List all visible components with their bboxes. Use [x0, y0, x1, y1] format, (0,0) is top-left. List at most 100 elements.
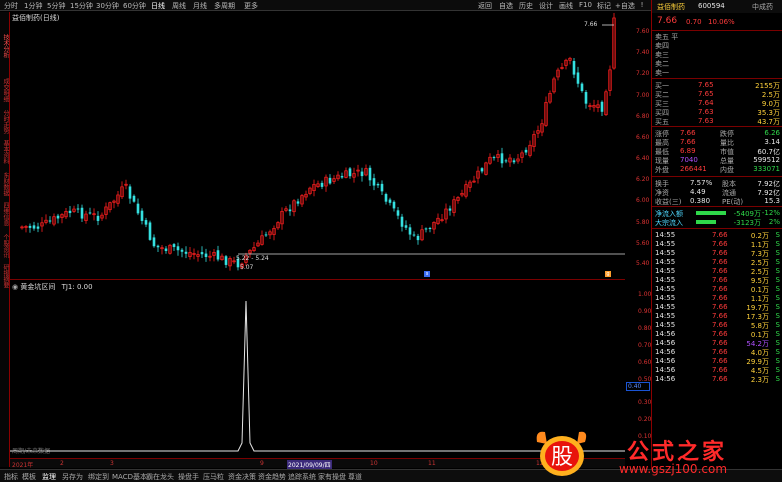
stat-label: 收益(三)	[655, 198, 682, 206]
cursor-date-label: 2021/09/09/四	[287, 460, 332, 469]
price-axis: 7.60 7.40 7.20 7.00 6.80 6.60 6.40 6.20 …	[626, 12, 650, 280]
tab-monthly[interactable]: 月线	[193, 1, 207, 11]
candle-down	[380, 183, 384, 192]
tab-trader[interactable]: 操盘手	[178, 472, 199, 482]
sidebar-item-four-dim[interactable]: 四维信息	[1, 202, 9, 226]
stat-row: 最低 6.89 市值 60.7亿	[652, 147, 782, 156]
bid-volume: 43.7万	[757, 118, 780, 126]
tick-time: 14:55	[655, 258, 676, 266]
tab-more[interactable]: 更多	[244, 1, 258, 11]
stat-value: 333071	[753, 165, 780, 173]
candle-down	[200, 252, 204, 255]
tab-daily[interactable]: 日线	[151, 1, 165, 11]
oscillator-title: ◉ 黄金坑区间 TJ1: 0.00	[12, 282, 93, 292]
tab-30min[interactable]: 30分钟	[96, 1, 119, 11]
alert-icon[interactable]: ǃ	[641, 1, 643, 9]
bid-price: 7.63	[698, 108, 714, 116]
candle-down	[296, 201, 300, 204]
candle-down	[372, 178, 376, 186]
sidebar-item-news[interactable]: 个股资讯	[1, 234, 9, 258]
stat-value: 4.49	[690, 188, 706, 196]
tab-15min[interactable]: 15分钟	[70, 1, 93, 11]
stat-row: 换手 7.57% 股本 7.92亿	[652, 179, 782, 188]
candle-down	[320, 182, 324, 187]
tab-60min[interactable]: 60分钟	[123, 1, 146, 11]
tab-manage[interactable]: 监理	[42, 472, 56, 482]
ask-row: 卖四	[652, 41, 782, 50]
tick-row: 14:55 7.66 17.3万 S	[652, 312, 782, 321]
tick-row: 14:55 7.66 7.3万 S	[652, 249, 782, 258]
candle-down	[132, 195, 136, 202]
sidebar-item-basic[interactable]: 基本资料	[1, 140, 9, 164]
candle-down	[180, 249, 184, 252]
candle-down	[136, 203, 140, 214]
tick-side: S	[775, 231, 780, 239]
tick-row: 14:55 7.66 0.2万 S	[652, 231, 782, 240]
tick-row: 14:55 7.66 0.1万 S	[652, 285, 782, 294]
bid-price: 7.65	[698, 81, 714, 89]
tab-pressure[interactable]: 压马粒	[203, 472, 224, 482]
tab-weekly[interactable]: 周线	[172, 1, 186, 11]
tab-template[interactable]: 模板	[22, 472, 36, 482]
design-button[interactable]: 设计	[539, 1, 553, 11]
stat-row: 现量 7040 总量 599512	[652, 156, 782, 165]
tick-price: 7.66	[712, 231, 728, 239]
tab-bind[interactable]: 绑定到	[88, 472, 109, 482]
watchlist-button[interactable]: 自选	[499, 1, 513, 11]
price-tick: 6.00	[636, 197, 650, 204]
date-label: 3	[110, 460, 114, 467]
tick-side: S	[775, 294, 780, 302]
oscillator-panel[interactable]: ◉ 黄金坑区间 TJ1: 0.00 周期/未来数据	[10, 281, 625, 459]
sidebar-item-profile[interactable]: 成交明细	[1, 78, 9, 102]
candlestick-chart[interactable]: 益佰制药(日线) 7.66 5.22 - 5.24 5.07 s g	[10, 12, 625, 280]
tick-price: 7.66	[712, 321, 728, 329]
tab-fund-decision[interactable]: 资金决策	[228, 472, 256, 482]
tab-indicator[interactable]: 指标	[4, 472, 18, 482]
tab-macd[interactable]: MACD基本	[112, 472, 147, 482]
tick-side: S	[775, 339, 780, 347]
bid-row: 买三 7.64 9.0万	[652, 99, 782, 108]
price-tick: 6.20	[636, 176, 650, 183]
add-watchlist-button[interactable]: +自选	[615, 1, 635, 11]
stat-row: 涨停 7.66 跌停 6.26	[652, 129, 782, 138]
tab-1min[interactable]: 1分钟	[24, 1, 42, 11]
tick-row: 14:56 7.66 4.0万 S	[652, 348, 782, 357]
sidebar-item-technical[interactable]: 技术分析	[1, 34, 9, 58]
stat-value: 599512	[753, 156, 780, 164]
draw-line-button[interactable]: 画线	[559, 1, 573, 11]
f10-button[interactable]: F10	[579, 1, 592, 9]
tab-way[interactable]: 尊道	[348, 472, 362, 482]
tab-intraday[interactable]: 分时	[4, 1, 18, 11]
flow-bar	[696, 220, 716, 224]
candle-down	[368, 167, 372, 181]
price-tick: 7.00	[636, 92, 650, 99]
tick-price: 7.66	[712, 339, 728, 347]
tab-leader[interactable]: 霸在龙头	[146, 472, 174, 482]
stat-value: 6.26	[764, 129, 780, 137]
low-range-label: 5.22 - 5.24	[236, 255, 269, 262]
history-button[interactable]: 历史	[519, 1, 533, 11]
tab-home-trading[interactable]: 家有操盘	[318, 472, 346, 482]
sidebar-item-east-data[interactable]: 东财数据	[1, 172, 9, 196]
osc-tick: 0.90	[638, 308, 652, 315]
tab-multi-period[interactable]: 多周期	[214, 1, 235, 11]
tab-save-as[interactable]: 另存为	[62, 472, 83, 482]
mark-button[interactable]: 标记	[597, 1, 611, 11]
back-button[interactable]: 返回	[478, 1, 492, 11]
bid-row: 买二 7.65 2.5万	[652, 90, 782, 99]
tick-price: 7.66	[712, 258, 728, 266]
date-label: 2021年	[12, 462, 34, 469]
tab-fund-trend[interactable]: 资金趋势	[258, 472, 286, 482]
price-tick: 5.80	[636, 219, 650, 226]
industry-tag[interactable]: 中成药	[752, 2, 773, 12]
site-watermark: 股 公式之家 www.gszj100.com	[535, 428, 782, 482]
candle-down	[424, 228, 428, 230]
sidebar-item-reports[interactable]: 研报摘要	[1, 264, 9, 288]
tab-tracking[interactable]: 追踪系统	[288, 472, 316, 482]
flow-value: -3123万	[733, 219, 761, 227]
tab-5min[interactable]: 5分钟	[47, 1, 65, 11]
candle-down	[172, 244, 176, 248]
sidebar-item-intraday[interactable]: 分时走势	[1, 110, 9, 134]
tick-side: S	[775, 366, 780, 374]
osc-tick: 1.00	[638, 291, 652, 298]
